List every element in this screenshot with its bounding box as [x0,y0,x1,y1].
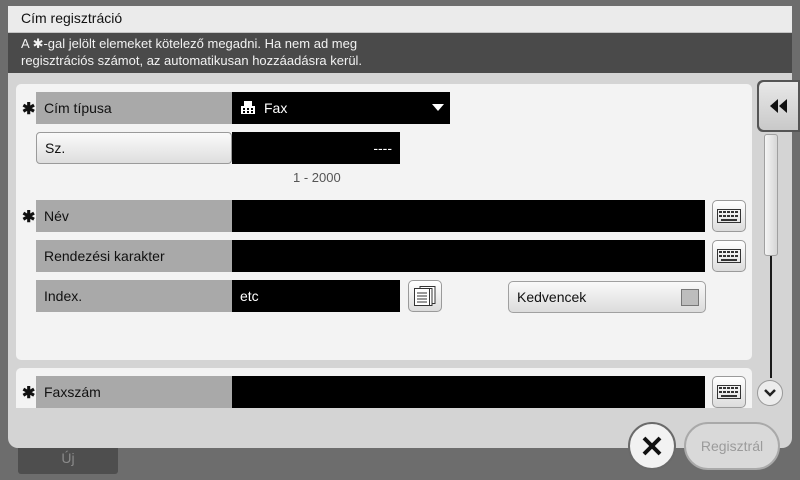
fax-number-field[interactable] [232,376,705,408]
sort-char-field[interactable] [232,240,705,272]
title-bar: Cím regisztráció [8,6,792,33]
favorites-toggle[interactable]: Kedvencek [508,281,706,313]
keyboard-icon[interactable] [712,376,746,408]
chevron-down-icon [764,389,776,397]
address-type-value: Fax [264,100,288,116]
keyboard-icon[interactable] [712,200,746,232]
chevron-down-icon [432,104,444,111]
close-button[interactable] [628,422,676,470]
number-button[interactable]: Sz. [36,132,232,164]
fax-number-label: Faxszám [36,376,232,408]
window-title: Cím regisztráció [21,10,123,26]
favorites-label: Kedvencek [517,289,587,305]
scroll-down-button[interactable] [757,380,783,406]
fax-icon [240,101,256,115]
address-type-select[interactable]: Fax [232,92,450,124]
scrollbar-thumb[interactable] [764,134,778,256]
info-text: A ✱-gal jelölt elemeket kötelező megadni… [21,36,363,68]
index-label: Index. [36,280,232,312]
index-field[interactable]: etc [232,280,400,312]
double-chevron-left-icon [759,82,798,130]
number-range: 1 - 2000 [293,170,341,185]
name-label: Név [36,200,232,232]
sort-char-label: Rendezési karakter [36,240,232,272]
info-bar: A ✱-gal jelölt elemeket kötelező megadni… [8,33,792,73]
required-marker: ✱ [22,101,36,118]
address-type-label: Cím típusa [36,92,232,124]
required-marker: ✱ [22,209,36,226]
keyboard-icon[interactable] [712,240,746,272]
favorites-checkbox[interactable] [681,289,699,306]
close-icon [642,436,662,456]
register-button[interactable]: Regisztrál [684,422,780,470]
side-panel-tab[interactable] [757,80,800,132]
name-field[interactable] [232,200,705,232]
index-list-icon[interactable] [408,280,442,312]
required-marker: ✱ [22,385,36,402]
number-field[interactable]: ---- [232,132,400,164]
